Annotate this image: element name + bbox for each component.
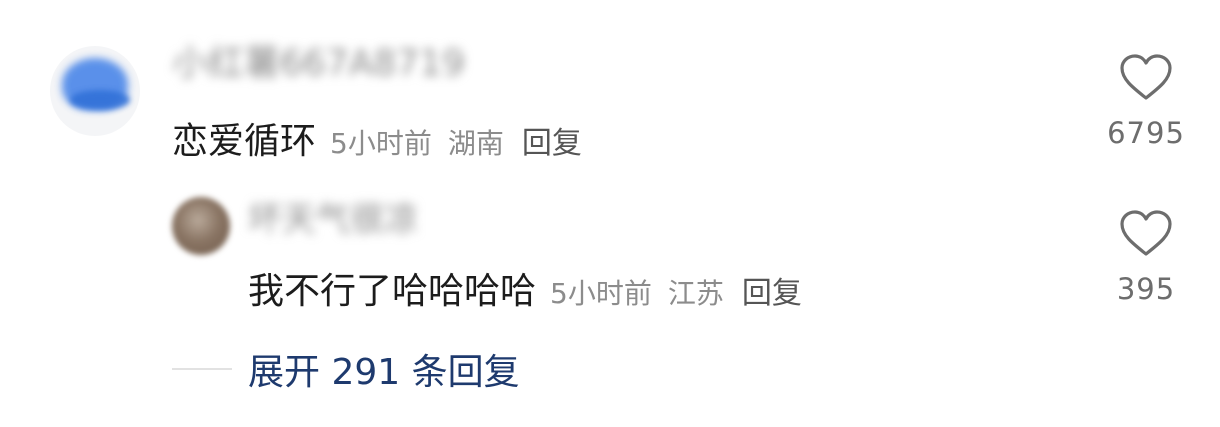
comment-text: 恋爱循环: [172, 121, 317, 162]
expand-replies[interactable]: 展开 291 条回复: [172, 343, 520, 395]
reply-text: 我不行了哈哈哈哈: [248, 271, 537, 312]
comment-like-count: 6795: [1107, 116, 1185, 150]
reply-like-button[interactable]: 395: [1091, 210, 1201, 306]
reply-time: 5小时前: [550, 277, 652, 310]
comment-like-button[interactable]: 6795: [1091, 54, 1201, 150]
comment-time: 5小时前: [330, 127, 432, 160]
commenter-username[interactable]: 小红薯667A8719: [172, 44, 465, 84]
reply-like-count: 395: [1116, 272, 1176, 306]
comment-reply-button[interactable]: 回复: [522, 118, 582, 162]
comment-location: 湖南: [447, 127, 504, 160]
heart-icon[interactable]: [1118, 54, 1174, 102]
commenter-avatar[interactable]: [50, 46, 140, 136]
reply-reply-button[interactable]: 回复: [742, 268, 802, 312]
reply-location: 江苏: [667, 277, 724, 310]
reply-body: 我不行了哈哈哈哈 5小时前 江苏 回复: [248, 262, 802, 312]
comment-body: 恋爱循环 5小时前 湖南 回复: [172, 112, 582, 162]
replier-avatar[interactable]: [172, 197, 230, 255]
replier-username[interactable]: 坏天气很凉: [248, 200, 418, 240]
heart-icon[interactable]: [1118, 210, 1174, 258]
expand-replies-label[interactable]: 展开 291 条回复: [248, 343, 520, 395]
expand-divider: [172, 368, 232, 370]
